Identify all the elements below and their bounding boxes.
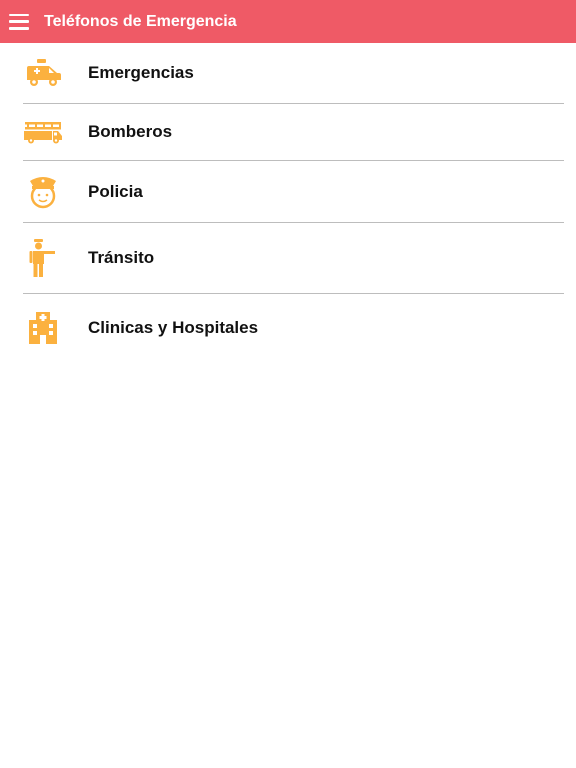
traffic-officer-icon bbox=[23, 238, 63, 278]
list-item-label: Tránsito bbox=[88, 248, 155, 267]
fire-truck-icon bbox=[23, 120, 63, 144]
list-item-emergencias[interactable]: Emergencias bbox=[23, 43, 564, 104]
hospital-icon bbox=[23, 311, 63, 345]
page-title: Teléfonos de Emergencia bbox=[44, 12, 237, 30]
list-item-label: Emergencias bbox=[88, 63, 194, 82]
list-item-label: Policia bbox=[88, 181, 143, 201]
list-item-transito[interactable]: Tránsito bbox=[23, 223, 564, 294]
list-item-clinicas[interactable]: Clinicas y Hospitales bbox=[23, 294, 564, 362]
ambulance-icon bbox=[23, 58, 63, 88]
police-officer-icon bbox=[23, 174, 63, 210]
list-item-label: Bomberos bbox=[88, 122, 173, 141]
list-item-bomberos[interactable]: Bomberos bbox=[23, 104, 564, 161]
emergency-list: Emergencias Bomberos Policia Tránsito Cl… bbox=[23, 43, 564, 362]
list-item-policia[interactable]: Policia bbox=[23, 161, 564, 223]
list-item-label: Clinicas y Hospitales bbox=[88, 318, 259, 337]
hamburger-menu-icon[interactable] bbox=[9, 13, 29, 30]
app-bar: Teléfonos de Emergencia bbox=[0, 0, 576, 43]
